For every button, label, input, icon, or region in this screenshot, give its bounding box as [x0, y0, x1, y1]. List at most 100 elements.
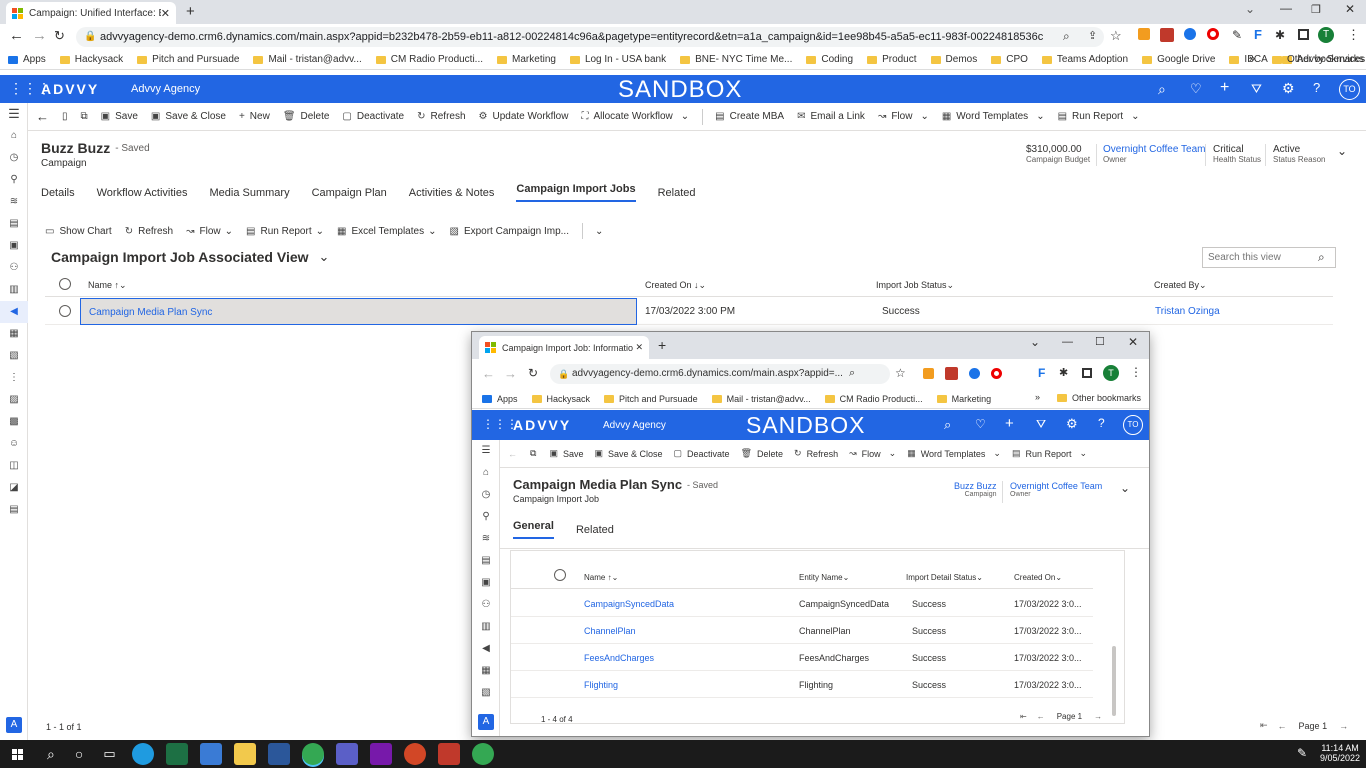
cortana-icon[interactable]: ○ [75, 746, 83, 762]
bookmark-cpo[interactable]: CPO [991, 54, 1028, 65]
window-close-icon[interactable]: ✕ [1345, 2, 1355, 16]
chevron-down-icon[interactable]: ⌄ [1030, 335, 1040, 349]
recent-icon[interactable]: ◷ [472, 484, 500, 506]
home-icon[interactable]: ⌂ [0, 125, 28, 147]
more-commands-icon[interactable]: ⌄ [595, 226, 603, 237]
search-box[interactable]: ⌕ [1202, 247, 1336, 268]
tab-campaign-import-jobs[interactable]: Campaign Import Jobs [516, 183, 636, 202]
briefcase-icon[interactable]: ▥ [472, 616, 500, 638]
column-name[interactable]: Name ↑⌄ [88, 280, 127, 291]
reload-icon[interactable]: ↻ [528, 366, 538, 380]
word-icon[interactable] [267, 743, 290, 765]
campaign-megaphone-icon[interactable]: ◀ [472, 638, 500, 660]
clipboard-icon[interactable]: ▤ [0, 213, 28, 235]
delete-button[interactable]: 🗑 Delete [741, 448, 783, 459]
user-avatar[interactable]: TO [1123, 415, 1143, 435]
window-minimize-icon[interactable]: — [1280, 1, 1292, 15]
opera-extension-icon[interactable] [1207, 28, 1219, 40]
search-icon[interactable]: ⌕ [944, 417, 951, 433]
bookmark-teams-adoption[interactable]: Teams Adoption [1041, 54, 1128, 65]
bookmark-log-in-usa-bank[interactable]: Log In - USA bank [569, 54, 666, 65]
puzzle-extensions-icon[interactable]: ✱ [1059, 366, 1068, 379]
other-bookmarks[interactable]: Other bookmarks [1272, 54, 1364, 65]
popout-icon[interactable]: ⧉ [81, 111, 88, 122]
more-bookmarks-icon[interactable]: » [1035, 392, 1040, 402]
bookmark-cm-radio-producti[interactable]: CM Radio Producti... [824, 394, 923, 404]
search-icon[interactable]: ⌕ [47, 746, 55, 763]
save-button[interactable]: ▣ Save [101, 111, 138, 122]
save-button[interactable]: ▣ Save [549, 448, 583, 459]
first-page-icon[interactable]: ⇤ [1020, 712, 1027, 721]
forward-icon[interactable]: → [504, 366, 517, 381]
calendar-icon[interactable]: ▩ [0, 411, 28, 433]
lightbulb-icon[interactable]: ♡ [1190, 81, 1202, 97]
clock[interactable]: 11:14 AM 9/05/2022 [1320, 743, 1360, 763]
popout-icon[interactable]: ⧉ [530, 448, 536, 459]
pen-icon[interactable]: ✎ [1297, 746, 1307, 760]
search-icon[interactable]: ⌕ [849, 367, 855, 380]
create-mba-button[interactable]: ▤ Create MBA [715, 111, 784, 122]
calendar-extension-icon[interactable] [945, 367, 958, 380]
invoice-icon[interactable]: ▨ [0, 389, 28, 411]
bookmark-marketing[interactable]: Marketing [936, 394, 991, 404]
filter-icon[interactable]: ⛛ [1036, 417, 1046, 432]
archive-icon[interactable]: ◪ [0, 477, 28, 499]
bookmark-apps[interactable]: Apps [8, 54, 46, 65]
help-icon[interactable]: ? [1313, 80, 1320, 95]
header-field-campaign[interactable]: Buzz Buzz Campaign [954, 481, 997, 498]
chrome-icon[interactable] [301, 743, 324, 765]
header-field-owner[interactable]: Overnight Coffee Team Owner [1010, 481, 1102, 498]
column-import-job-status[interactable]: Import Job Status⌄ [876, 280, 954, 291]
forward-icon[interactable]: → [32, 27, 47, 44]
created-by-link[interactable]: Tristan Ozinga [1155, 306, 1220, 317]
sidepanel-icon[interactable] [1298, 29, 1309, 40]
chevron-down-icon[interactable]: ⌄ [1337, 144, 1347, 158]
campaign-megaphone-icon[interactable]: ◀ [0, 301, 28, 323]
run-report-button[interactable]: ▤ Run Report ⌄ [1058, 111, 1140, 122]
browser-tab[interactable]: Campaign: Unified Interface: Buzz ✕ [6, 2, 176, 24]
settings-icon[interactable]: ⚙ [1066, 416, 1078, 432]
app-icon[interactable] [437, 743, 460, 765]
pen-extension-icon[interactable]: ✎ [1232, 28, 1242, 42]
tab-media-summary[interactable]: Media Summary [210, 187, 290, 199]
tab-campaign-plan[interactable]: Campaign Plan [312, 187, 387, 199]
pinned-icon[interactable]: ⚲ [0, 169, 28, 191]
close-icon[interactable]: ✕ [161, 7, 170, 20]
bookmark-pitch-and-pursuade[interactable]: Pitch and Pursuade [604, 394, 698, 404]
more-bookmarks-icon[interactable]: » [1249, 53, 1255, 65]
column-name[interactable]: Name ↑⌄ [584, 573, 618, 582]
next-page-icon[interactable]: → [1339, 721, 1348, 731]
hamburger-icon[interactable]: ☰ [472, 440, 500, 462]
add-icon[interactable]: + [1220, 79, 1229, 97]
bookmark-cm-radio-producti[interactable]: CM Radio Producti... [375, 54, 483, 65]
rss-extension-icon[interactable] [923, 368, 934, 379]
chrome-profile-icon[interactable] [471, 743, 494, 765]
run-report-button[interactable]: ▤ Run Report ⌄ [246, 226, 324, 237]
table-row[interactable]: FeesAndCharges FeesAndCharges Success 17/03… [511, 644, 1093, 671]
word-templates-button[interactable]: ▦ Word Templates ⌄ [907, 448, 1001, 459]
star-icon[interactable]: ☆ [895, 366, 906, 380]
clipboard-icon[interactable]: ▤ [472, 550, 500, 572]
add-icon[interactable]: + [1005, 415, 1014, 432]
bookmark-marketing[interactable]: Marketing [497, 54, 556, 65]
deactivate-button[interactable]: ▢ Deactivate [342, 111, 404, 122]
deactivate-button[interactable]: ▢ Deactivate [674, 448, 730, 459]
hamburger-icon[interactable]: ☰ [0, 103, 28, 125]
export-button[interactable]: ▧ Export Campaign Imp... [449, 226, 569, 237]
column-created-by[interactable]: Created By⌄ [1154, 280, 1207, 291]
report-icon[interactable]: ▧ [0, 345, 28, 367]
teams-icon[interactable] [335, 743, 358, 765]
update-workflow-button[interactable]: ⚙ Update Workflow [479, 111, 569, 122]
save-close-button[interactable]: ▣ Save & Close [594, 448, 662, 459]
record-link[interactable]: ChannelPlan [584, 626, 636, 636]
bookmark-product[interactable]: Product [867, 54, 917, 65]
hierarchy-icon[interactable]: ⋮ [0, 367, 28, 389]
area-switcher[interactable]: A [478, 714, 494, 730]
contact-icon[interactable]: ☺ [0, 433, 28, 455]
chevron-down-icon[interactable]: ⌄ [1120, 481, 1130, 495]
refresh-button[interactable]: ↻ Refresh [125, 226, 173, 237]
bookmark-google-drive[interactable]: Google Drive [1142, 54, 1215, 65]
allocate-workflow-button[interactable]: ⛶ Allocate Workflow ⌄ [581, 111, 689, 122]
people-icon[interactable]: ⚇ [472, 594, 500, 616]
new-button[interactable]: + New [239, 111, 270, 122]
